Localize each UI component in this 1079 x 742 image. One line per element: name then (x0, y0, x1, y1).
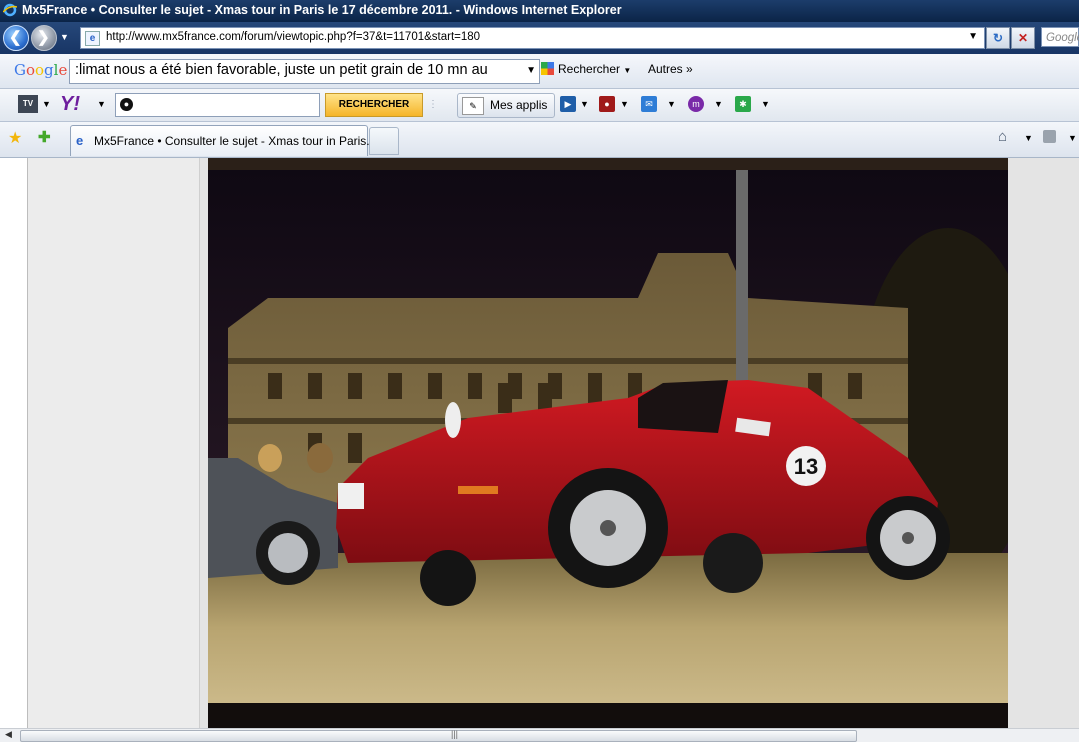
left-margin (0, 158, 28, 728)
post-photo: 13 (208, 158, 1038, 728)
apps-icon: ✎ (462, 97, 484, 115)
addon-dropdown-icon[interactable]: ▼ (761, 99, 770, 109)
tab-mx5france[interactable]: e Mx5France • Consulter le sujet - Xmas … (70, 125, 376, 156)
my-apps-label: Mes applis (490, 98, 548, 112)
yahoo-search-input[interactable]: ● (115, 93, 320, 117)
search-icon: ● (120, 98, 133, 111)
stop-button[interactable]: ✕ (1011, 27, 1035, 49)
address-field[interactable]: e http://www.mx5france.com/forum/viewtop… (80, 27, 985, 49)
back-button[interactable]: ❮ (3, 25, 29, 51)
forward-button[interactable]: ❯ (31, 25, 57, 51)
mail-dropdown-icon[interactable]: ▼ (667, 99, 676, 109)
forward-arrow-icon: ❯ (37, 29, 50, 46)
browser-search-input[interactable]: Google (1041, 27, 1079, 47)
google-logo: Google (14, 61, 68, 79)
google-search-input[interactable]: :limat nous a été bien favorable, juste … (69, 59, 540, 84)
add-favorites-icon[interactable]: ✚ (38, 128, 51, 146)
toolbar-grip-icon: ⋮ (428, 99, 438, 110)
my-apps-button[interactable]: ✎ Mes applis (457, 93, 555, 118)
window-title: Mx5France • Consulter le sujet - Xmas to… (22, 3, 622, 17)
messenger-dropdown-icon[interactable]: ▼ (714, 99, 723, 109)
addon-icon[interactable]: ✱ (735, 96, 751, 112)
yahoo-toolbar: TV ▼ Y! ▼ ● RECHERCHER ⋮ ✎ Mes applis ▶ … (0, 89, 1079, 122)
home-dropdown-icon[interactable]: ▼ (1024, 133, 1033, 143)
back-arrow-icon: ❮ (9, 29, 22, 46)
google-more-button[interactable]: Autres » (648, 62, 693, 76)
scrollbar-grip-icon: ||| (451, 729, 459, 739)
home-icon[interactable]: ⌂ (998, 128, 1007, 145)
tab-bar: ★ ✚ e Mx5France • Consulter le sujet - X… (0, 122, 1079, 158)
photo-svg: 13 (208, 158, 1038, 728)
page-icon: e (85, 31, 100, 46)
ie-logo-icon (3, 3, 17, 17)
scroll-left-icon[interactable]: ◀ (5, 729, 12, 740)
google-search-value[interactable]: :limat nous a été bien favorable, juste … (75, 62, 488, 78)
url-dropdown-icon[interactable]: ▼ (968, 31, 978, 42)
record-dropdown-icon[interactable]: ▼ (620, 99, 629, 109)
race-number: 13 (794, 454, 818, 479)
post-author-column (28, 158, 200, 728)
scrollbar-thumb[interactable]: ||| (20, 729, 857, 742)
url-text[interactable]: http://www.mx5france.com/forum/viewtopic… (106, 31, 480, 43)
yahoo-logo[interactable]: Y! (60, 93, 80, 116)
google-search-dropdown-icon[interactable]: ▼ (526, 65, 536, 76)
feed-icon[interactable] (1043, 130, 1056, 143)
yahoo-dropdown-icon[interactable]: ▼ (97, 99, 106, 109)
tab-label: Mx5France • Consulter le sujet - Xmas to… (94, 134, 377, 148)
history-dropdown-icon[interactable]: ▼ (60, 32, 69, 42)
record-icon[interactable]: ● (599, 96, 615, 112)
address-bar-row: ❮ ❯ ▼ e http://www.mx5france.com/forum/v… (0, 22, 1079, 54)
window-title-bar: Mx5France • Consulter le sujet - Xmas to… (0, 0, 1079, 22)
page-content: 13 (0, 158, 1079, 728)
tv-icon[interactable]: TV (18, 95, 38, 113)
google-search-button[interactable]: Rechercher ▼ (541, 62, 631, 76)
google-g-icon (541, 62, 554, 75)
video-icon[interactable]: ▶ (560, 96, 576, 112)
refresh-button[interactable]: ↻ (986, 27, 1010, 49)
page-icon: e (76, 133, 84, 148)
horizontal-scrollbar[interactable]: ◀ ||| (0, 728, 1079, 742)
yahoo-search-button[interactable]: RECHERCHER (325, 93, 423, 117)
messenger-icon[interactable]: m (688, 96, 704, 112)
tv-dropdown-icon[interactable]: ▼ (42, 99, 51, 109)
google-search-button-label: Rechercher (558, 62, 621, 76)
feed-dropdown-icon[interactable]: ▼ (1068, 133, 1077, 143)
video-dropdown-icon[interactable]: ▼ (580, 99, 589, 109)
google-toolbar: Google :limat nous a été bien favorable,… (0, 54, 1079, 89)
new-tab-button[interactable] (369, 127, 399, 155)
favorites-star-icon[interactable]: ★ (8, 128, 22, 148)
mail-icon[interactable]: ✉ (641, 96, 657, 112)
